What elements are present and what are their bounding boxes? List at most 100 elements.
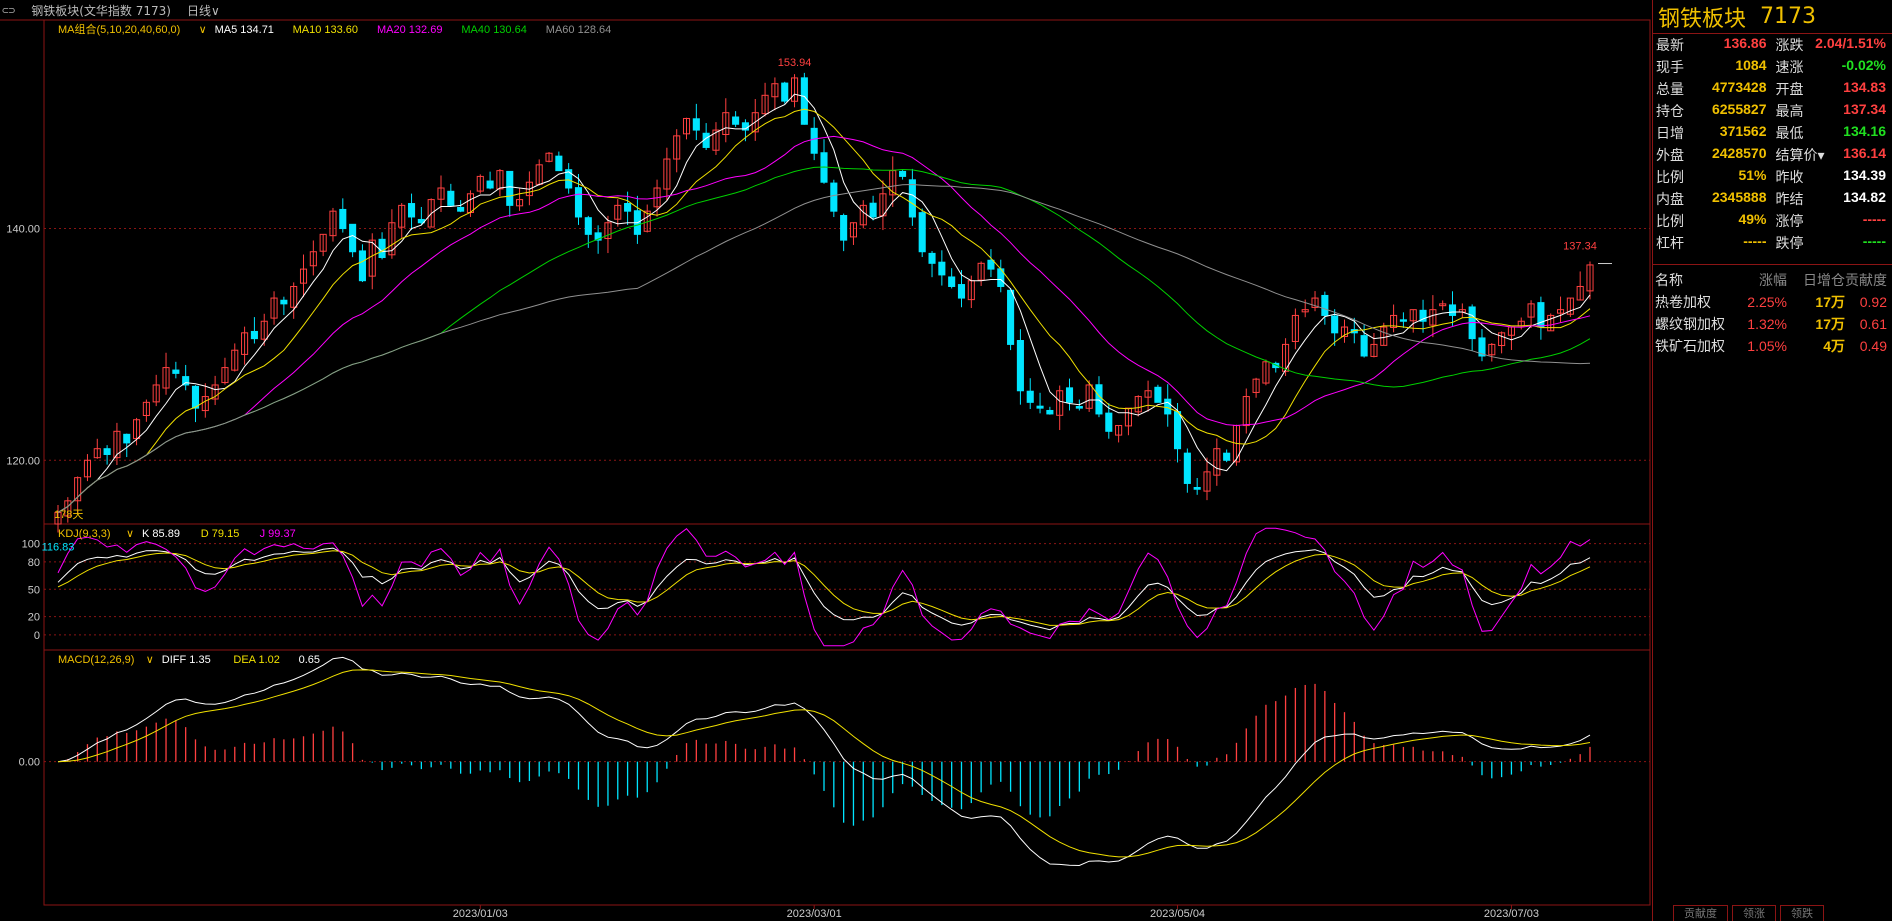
candle-body: [447, 190, 455, 206]
legend-label: KDJ(9,3,3): [58, 528, 111, 540]
legend-item: MA60 128.64: [546, 24, 611, 36]
quote-key: 开盘: [1775, 81, 1804, 97]
legend-item-name: MA20: [377, 24, 409, 36]
quote-cell: 日增 371562: [1653, 123, 1773, 143]
legend-item: K 85.89: [142, 528, 180, 540]
quote-value: 134.83: [1843, 79, 1886, 95]
quote-cell: 现手 1084: [1653, 57, 1773, 77]
candle-body: [938, 261, 946, 276]
legend-item: DIFF 1.35: [162, 654, 211, 666]
legend-item: 0.65: [299, 654, 320, 666]
candle-body: [1095, 384, 1103, 415]
legend-label: MACD(12,26,9): [58, 654, 134, 666]
quote-cell: 涨停 -----: [1773, 211, 1892, 231]
col-contrib[interactable]: 贡献度: [1845, 270, 1891, 290]
chart-canvas[interactable]: 140.00120.0010080502000.00 2023/01/03 202…: [0, 0, 1652, 921]
quote-value: 134.16: [1843, 123, 1886, 139]
tab-leaders-up[interactable]: 领涨: [1732, 905, 1776, 921]
quote-cell: 比例 51%: [1653, 167, 1773, 187]
candle-body: [1360, 335, 1368, 357]
quote-row: 现手 1084 速涨 -0.02%: [1653, 56, 1892, 78]
quote-stats: 最新 136.86 涨跌 2.04/1.51% 现手 1084 速涨 -0.02% 总量 4773…: [1653, 34, 1892, 254]
quote-key: 比例: [1656, 169, 1684, 185]
component-row[interactable]: 铁矿石加权 1.05% 4万 0.49: [1653, 335, 1892, 357]
quote-cell: 外盘 2428570: [1653, 145, 1773, 165]
legend-item-value: 130.64: [493, 24, 527, 36]
legend-item-name: MA10: [293, 24, 325, 36]
quote-value: 136.86: [1723, 35, 1767, 51]
legend-item: MA40 130.64: [461, 24, 526, 36]
legend-item-name: DEA: [233, 654, 258, 666]
candle-body: [358, 250, 366, 282]
quote-key: 昨收: [1775, 169, 1804, 185]
candle-body: [1075, 405, 1083, 409]
legend-item-name: K: [142, 528, 152, 540]
component-oi: 17万: [1815, 316, 1845, 332]
component-row[interactable]: 螺纹钢加权 1.32% 17万 0.61: [1653, 313, 1892, 335]
candle-body: [948, 276, 956, 287]
quote-key[interactable]: 结算价▾: [1776, 145, 1825, 165]
candle-body: [908, 179, 916, 218]
quote-cell: 跌停 -----: [1773, 233, 1892, 253]
range-days-label: 178天: [54, 509, 83, 521]
candle-body: [172, 369, 180, 374]
tab-leaders-down[interactable]: 领跌: [1780, 905, 1824, 921]
component-oi: 17万: [1815, 294, 1845, 310]
component-contrib: 0.49: [1859, 338, 1887, 354]
x-tick-label: 2023/07/03: [1484, 908, 1539, 920]
candle-body: [457, 206, 465, 212]
candle-body: [1173, 411, 1182, 450]
quote-key: 最新: [1656, 37, 1684, 53]
grid-lines: [44, 228, 1650, 763]
quote-cell: 持仓 6255827: [1653, 101, 1773, 121]
candle-body: [928, 252, 936, 264]
quote-value: -----: [1743, 233, 1767, 249]
quote-key: 日增: [1656, 125, 1684, 141]
candle-body: [957, 284, 966, 299]
candle-body: [1321, 294, 1329, 316]
legend-item: MA5 134.71: [215, 24, 274, 36]
x-axis-labels: 2023/01/03 2023/03/01 2023/05/04 2023/07/03: [453, 905, 1539, 920]
legend-item-name: MA60: [546, 24, 578, 36]
candle-body: [869, 202, 877, 218]
col-change[interactable]: 涨幅: [1735, 270, 1787, 290]
candle-body: [407, 203, 416, 218]
components-header: 名称 涨幅 日增仓 贡献度: [1653, 269, 1892, 291]
candle-body: [280, 299, 288, 305]
legend-item-value: 132.69: [409, 24, 443, 36]
component-contrib: 0.61: [1859, 316, 1887, 332]
candle-body: [1046, 409, 1054, 415]
quote-key: 跌停: [1775, 235, 1804, 251]
legend-item: MA10 133.60: [293, 24, 358, 36]
col-oi[interactable]: 日增仓: [1787, 270, 1845, 290]
indicator-legends: MA组合(5,10,20,40,60,0) ∨ MA5 134.71 MA10 133…: [58, 22, 611, 666]
candle-body: [1399, 319, 1407, 322]
col-name[interactable]: 名称: [1653, 270, 1735, 290]
candle-body: [1183, 452, 1191, 484]
quote-value: 2345888: [1711, 189, 1767, 205]
quote-value: 1084: [1735, 57, 1767, 73]
kdj-tick-label: 80: [28, 557, 40, 569]
x-tick-label: 2023/05/04: [1150, 908, 1205, 920]
candle-body: [1223, 452, 1231, 461]
tab-contribution[interactable]: 贡献度: [1673, 905, 1728, 921]
quote-cell: 最新 136.86: [1653, 35, 1773, 55]
ma60-line: [57, 183, 1591, 513]
bottom-tabs: 贡献度 领涨 领跌: [1673, 905, 1824, 921]
candle-body: [781, 82, 789, 102]
component-row[interactable]: 热卷加权 2.25% 17万 0.92: [1653, 291, 1892, 313]
candle-body: [1193, 486, 1201, 490]
macd-histogram: [67, 683, 1591, 826]
candle-body: [624, 202, 632, 212]
macd-tick-label: 0.00: [19, 757, 40, 769]
quote-key: 最高: [1775, 103, 1804, 119]
candle-body: [1448, 304, 1457, 316]
component-change: 1.32%: [1747, 316, 1787, 332]
quote-value: 2.04/1.51%: [1815, 35, 1886, 51]
quote-value: 134.39: [1843, 167, 1886, 183]
quote-row: 总量 4773428 开盘 134.83: [1653, 78, 1892, 100]
low-price-label: 116.83: [42, 541, 75, 553]
kdj-j-line: [57, 527, 1591, 647]
candle-body: [584, 217, 592, 235]
kdj-tick-label: 100: [22, 539, 40, 551]
